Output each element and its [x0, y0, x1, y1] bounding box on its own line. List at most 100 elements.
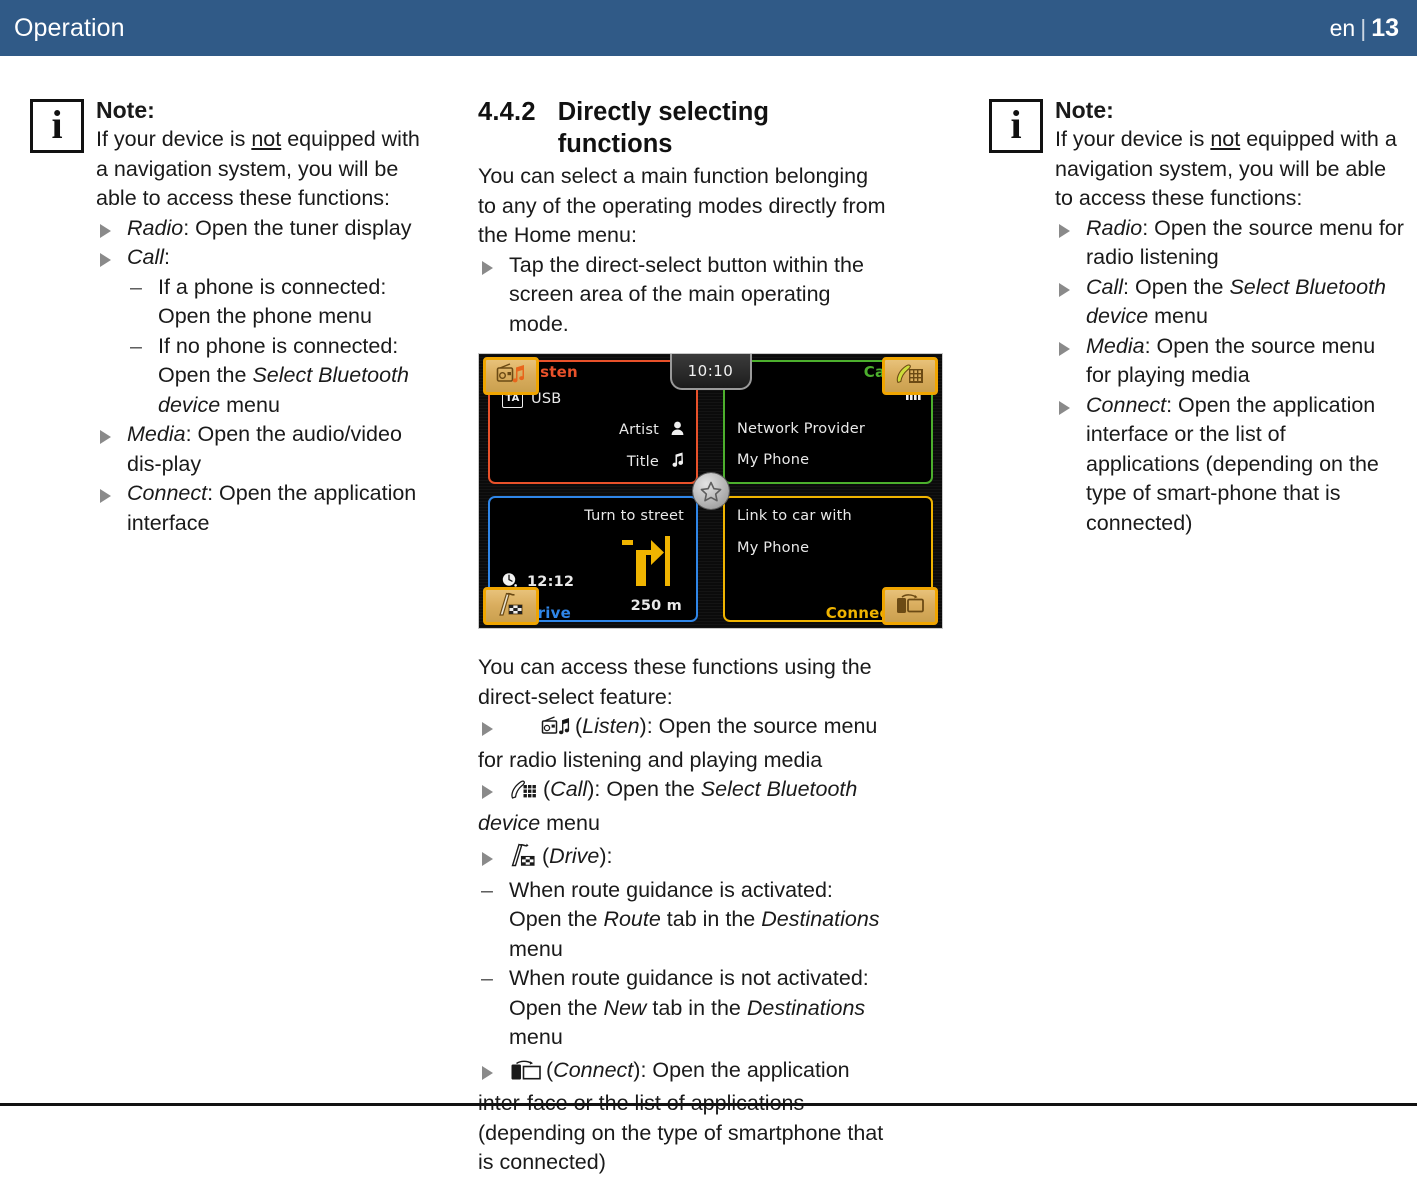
page-folio: en | 13 — [1330, 14, 1399, 43]
triangle-bullet-icon — [482, 852, 493, 866]
hmi-network-provider: Network Provider — [737, 421, 866, 437]
note-title: Note: — [1055, 97, 1114, 123]
list-item-text: : Open the tuner display — [183, 215, 412, 240]
action-list: Tap the direct-select button within the … — [478, 251, 890, 340]
page-header: Operation en | 13 — [0, 0, 1417, 56]
sub-list-item-text: If a phone is connected: Open the phone … — [158, 274, 387, 329]
list-item-term: Connect — [1086, 392, 1167, 417]
hmi-phone-name: My Phone — [737, 452, 810, 468]
folio-page-number: 13 — [1371, 13, 1399, 42]
triangle-bullet-icon — [482, 722, 493, 736]
sub-list-item: – If a phone is connected: Open the phon… — [127, 273, 428, 332]
direct-item-term: Drive — [549, 844, 600, 868]
nav-flag-icon — [497, 592, 525, 620]
list-item: Media: Open the source menu for playing … — [1055, 332, 1405, 391]
sub-list: – If a phone is connected: Open the phon… — [127, 273, 428, 421]
sub-italic-2: Destinations — [761, 907, 880, 931]
triangle-bullet-icon — [482, 1065, 493, 1080]
hmi-title-row: Title — [627, 452, 684, 471]
folio-separator: | — [1360, 14, 1367, 41]
list-item-term: Radio — [1086, 215, 1143, 240]
list-item: Connect: Open the application interface — [96, 479, 428, 538]
triangle-bullet-icon — [100, 253, 111, 267]
sub-italic-1: Route — [603, 907, 661, 931]
direct-select-intro: You can access these functions using the… — [478, 655, 872, 709]
direct-select-button-connect[interactable] — [882, 587, 938, 625]
direct-item-paren-close: ) — [599, 844, 607, 868]
section-intro: You can select a main function belonging… — [478, 164, 886, 247]
triangle-bullet-icon — [1059, 400, 1070, 415]
dash-bullet-icon: – — [130, 333, 142, 358]
list-item: Media: Open the audio/video dis‐play — [96, 420, 428, 479]
direct-item-text-2: menu — [540, 810, 600, 835]
list-item: Call: – If a phone is connected: Open th… — [96, 243, 428, 420]
hmi-artist-label: Artist — [618, 422, 659, 438]
note-intro-part1: If your device is — [96, 127, 252, 151]
direct-select-button-call[interactable] — [882, 357, 938, 395]
note-intro: If your device is not equipped with a na… — [1055, 125, 1405, 214]
info-icon-glyph: i — [1010, 102, 1022, 147]
list-item-term: Connect — [127, 481, 208, 505]
sub-list-item: – When route guidance is not activated: … — [478, 964, 890, 1053]
page-columns: i Note: If your device is not equipped w… — [0, 96, 1417, 1174]
info-icon-glyph: i — [51, 102, 63, 147]
dash-bullet-icon: – — [130, 274, 142, 299]
sub-list-item-text-2: menu — [220, 392, 280, 417]
note-box-left: i Note: If your device is not equipped w… — [16, 96, 428, 538]
list-item-text: : — [164, 245, 171, 269]
sub-list-item: – When route guidance is activated: Open… — [478, 876, 890, 965]
favorites-star-icon[interactable] — [692, 473, 729, 509]
note-title: Note: — [96, 97, 155, 123]
triangle-bullet-icon — [1059, 282, 1070, 297]
list-item: Radio: Open the source menu for radio li… — [1055, 214, 1405, 273]
list-item-text-2: menu — [1148, 304, 1208, 328]
list-item-term: Call — [1086, 274, 1124, 299]
list-item: (Drive): – When route guidance is activa… — [478, 842, 890, 1053]
phone-keypad-icon — [510, 779, 539, 809]
list-item-term: Media — [127, 422, 186, 446]
sub-text-3: menu — [509, 1025, 563, 1049]
direct-item-text: : Open the source menu for radio listeni… — [478, 714, 878, 772]
list-item-term: Call — [127, 245, 165, 269]
direct-item-paren-close: ) — [639, 714, 647, 738]
folio-language: en — [1329, 14, 1356, 41]
sub-italic-2: Destinations — [746, 995, 866, 1020]
sub-text-2: tab in the — [646, 995, 747, 1020]
hmi-title-label: Title — [626, 453, 659, 470]
list-item: Call: Open the Select Bluetooth device m… — [1055, 273, 1405, 332]
list-item-text-1: : Open the — [1123, 274, 1230, 299]
info-icon: i — [989, 99, 1043, 153]
direct-item-term: Call — [550, 777, 588, 801]
dash-bullet-icon: – — [481, 966, 493, 990]
triangle-bullet-icon — [1059, 341, 1070, 356]
note-intro-part1: If your device is — [1055, 127, 1211, 151]
direct-select-button-listen[interactable] — [483, 357, 539, 395]
direct-item-term: Listen — [582, 714, 640, 738]
direct-item-text: : — [606, 844, 613, 868]
sub-text-3: menu — [509, 936, 563, 961]
triangle-bullet-icon — [482, 260, 493, 275]
header-title: Operation — [14, 13, 125, 42]
nav-flag-icon — [510, 843, 538, 876]
direct-select-button-drive[interactable] — [483, 587, 539, 625]
list-item: (Connect): Open the application inter‐fa… — [478, 1056, 890, 1178]
hmi-link-to-car: Link to car with — [737, 508, 852, 524]
hmi-turn-to-street: Turn to street — [584, 508, 684, 524]
list-item-term: Radio — [127, 215, 184, 240]
column-middle: 4.4.2 Directly selecting functions You c… — [478, 96, 943, 1178]
info-icon: i — [30, 99, 84, 153]
hmi-artist-row: Artist — [619, 421, 684, 439]
triangle-bullet-icon — [482, 785, 493, 799]
dash-bullet-icon: – — [481, 877, 493, 902]
phone-screen-connect-icon — [895, 593, 925, 619]
sub-italic-1: New — [603, 995, 647, 1020]
turn-right-arrow-icon — [618, 534, 678, 596]
note-intro-emphasis: not — [1210, 127, 1241, 151]
music-note-icon — [671, 452, 684, 471]
action-text: Tap the direct-select button within the … — [509, 252, 864, 336]
direct-item-term: Connect — [553, 1057, 634, 1082]
triangle-bullet-icon — [1059, 223, 1070, 238]
note-list-left: Radio: Open the tuner display Call: – If… — [96, 214, 428, 539]
sub-list-item: – If no phone is connected: Open the Sel… — [127, 332, 428, 421]
phone-screen-connect-icon — [510, 1060, 542, 1090]
